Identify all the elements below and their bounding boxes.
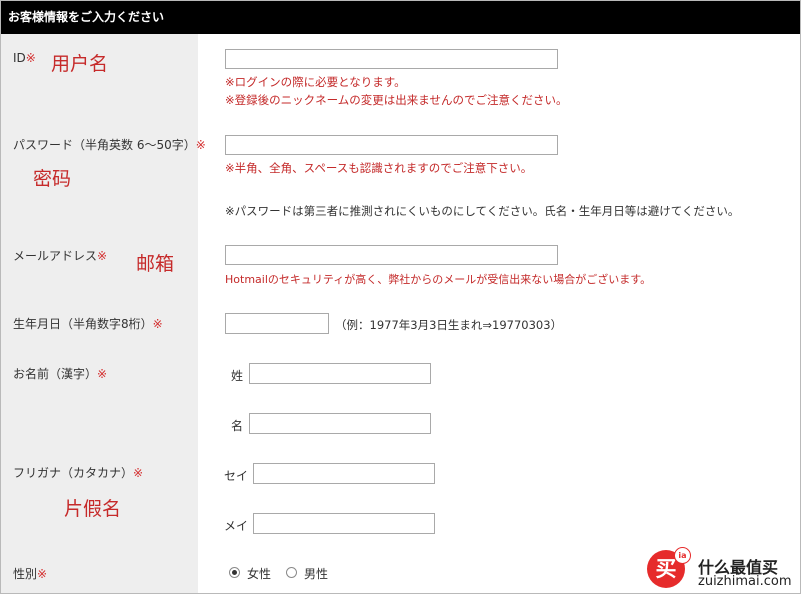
birthday-input[interactable] <box>225 313 329 334</box>
last-name-kana-input[interactable] <box>253 463 435 484</box>
gender-female-radio[interactable] <box>229 567 240 578</box>
form-header: お客様情報をご入力ください <box>1 1 800 34</box>
id-input[interactable] <box>225 49 558 69</box>
required-mark: ※ <box>195 138 206 152</box>
required-mark: ※ <box>152 317 163 331</box>
email-note: Hotmailのセキュリティが高く、弊社からのメールが受信出来ない場合がございま… <box>225 273 652 286</box>
required-mark: ※ <box>97 367 108 381</box>
id-label: ID※ <box>13 51 36 65</box>
name-label: お名前（漢字）※ <box>13 367 108 381</box>
last-name-kana-label: セイ <box>224 469 249 483</box>
email-annotation: 邮箱 <box>136 253 175 275</box>
id-annotation: 用户名 <box>51 53 109 75</box>
required-mark: ※ <box>97 249 108 263</box>
first-name-kana-label: メイ <box>224 519 249 533</box>
required-mark: ※ <box>37 567 48 581</box>
birthday-label: 生年月日（半角数字8桁）※ <box>13 317 163 331</box>
gender-female-label[interactable]: 女性 <box>247 565 271 582</box>
id-note-1: ※ログインの際に必要となります。 <box>225 75 406 89</box>
registration-form: お客様情報をご入力ください ID※ 用户名 ※ログインの際に必要となります。 ※… <box>0 0 801 594</box>
watermark-text-en: zuizhimai.com <box>698 574 792 589</box>
gender-male-radio[interactable] <box>286 567 297 578</box>
required-mark: ※ <box>25 51 36 65</box>
password-label: パスワード（半角英数 6～50字）※ <box>13 138 206 152</box>
last-name-label: 姓 <box>231 369 244 383</box>
watermark-badge: ia <box>674 547 691 564</box>
password-annotation: 密码 <box>33 168 72 190</box>
furigana-label: フリガナ（カタカナ）※ <box>13 466 144 480</box>
id-note-2: ※登録後のニックネームの変更は出来ませんのでご注意ください。 <box>225 93 568 107</box>
furigana-annotation: 片假名 <box>64 498 122 520</box>
last-name-input[interactable] <box>249 363 431 384</box>
password-note-red: ※半角、全角、スペースも認識されますのでご注意下さい。 <box>225 161 533 175</box>
first-name-kana-input[interactable] <box>253 513 435 534</box>
first-name-input[interactable] <box>249 413 431 434</box>
birthday-example: （例：1977年3月3日生まれ⇒19770303） <box>335 318 563 332</box>
email-label: メールアドレス※ <box>13 249 108 263</box>
password-note: ※パスワードは第三者に推測されにくいものにしてください。氏名・生年月日等は避けて… <box>225 204 740 218</box>
password-input[interactable] <box>225 135 558 155</box>
email-input[interactable] <box>225 245 558 265</box>
gender-male-label[interactable]: 男性 <box>304 565 328 582</box>
first-name-label: 名 <box>231 419 244 433</box>
required-mark: ※ <box>133 466 144 480</box>
gender-label: 性別※ <box>13 567 48 581</box>
